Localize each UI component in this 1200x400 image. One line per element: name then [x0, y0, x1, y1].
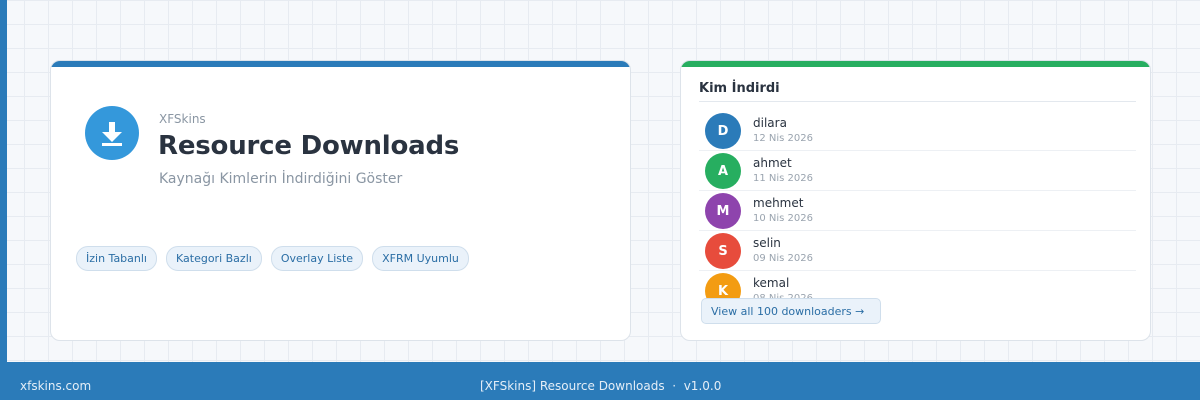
tag-permission-based[interactable]: İzin Tabanlı — [76, 246, 157, 271]
username[interactable]: ahmet — [753, 156, 792, 170]
download-date: 09 Nis 2026 — [753, 253, 813, 264]
footer-product-name: [XFSkins] Resource Downloads — [480, 379, 665, 393]
list-item[interactable]: M mehmet 10 Nis 2026 — [699, 191, 1136, 231]
tag-xfrm-compatible[interactable]: XFRM Uyumlu — [372, 246, 469, 271]
footer-separator: · — [672, 379, 677, 393]
download-date: 12 Nis 2026 — [753, 133, 813, 144]
footer-site-link[interactable]: xfskins.com — [20, 379, 91, 393]
tag-category-based[interactable]: Kategori Bazlı — [166, 246, 262, 271]
downloaders-accent-bar — [681, 61, 1150, 67]
footer-product-info: [XFSkins] Resource Downloads · v1.0.0 — [480, 379, 721, 393]
downloaders-list[interactable]: D dilara 12 Nis 2026 A ahmet 11 Nis 2026… — [699, 111, 1136, 301]
list-item[interactable]: S selin 09 Nis 2026 — [699, 231, 1136, 271]
page-subtitle: Kaynağı Kimlerin İndirdiğini Göster — [159, 171, 403, 187]
avatar[interactable]: S — [705, 233, 741, 269]
brand-name: XFSkins — [159, 112, 206, 126]
download-date: 10 Nis 2026 — [753, 213, 813, 224]
username[interactable]: dilara — [753, 116, 787, 130]
footer-bar: xfskins.com [XFSkins] Resource Downloads… — [0, 362, 1200, 400]
download-icon — [85, 106, 139, 160]
view-all-downloaders-button[interactable]: View all 100 downloaders → — [701, 298, 881, 324]
avatar[interactable]: A — [705, 153, 741, 189]
list-item[interactable]: D dilara 12 Nis 2026 — [699, 111, 1136, 151]
username[interactable]: selin — [753, 236, 781, 250]
avatar[interactable]: D — [705, 113, 741, 149]
resource-hero-card: XFSkins Resource Downloads Kaynağı Kimle… — [50, 60, 631, 341]
downloaders-card: Kim İndirdi D dilara 12 Nis 2026 A ahmet… — [680, 60, 1151, 341]
avatar[interactable]: M — [705, 193, 741, 229]
page-title: Resource Downloads — [158, 131, 460, 161]
list-item[interactable]: A ahmet 11 Nis 2026 — [699, 151, 1136, 191]
footer-version: v1.0.0 — [683, 379, 722, 393]
avatar[interactable]: K — [705, 273, 741, 301]
feature-tags: İzin Tabanlı Kategori Bazlı Overlay List… — [76, 246, 469, 271]
username[interactable]: mehmet — [753, 196, 803, 210]
hero-accent-bar — [51, 61, 630, 67]
tag-overlay-list[interactable]: Overlay Liste — [270, 246, 364, 271]
username[interactable]: kemal — [753, 276, 789, 290]
downloaders-title: Kim İndirdi — [699, 81, 1136, 102]
list-item[interactable]: K kemal 08 Nis 2026 — [699, 271, 1136, 301]
download-date: 11 Nis 2026 — [753, 173, 813, 184]
left-accent-stripe — [0, 0, 7, 362]
